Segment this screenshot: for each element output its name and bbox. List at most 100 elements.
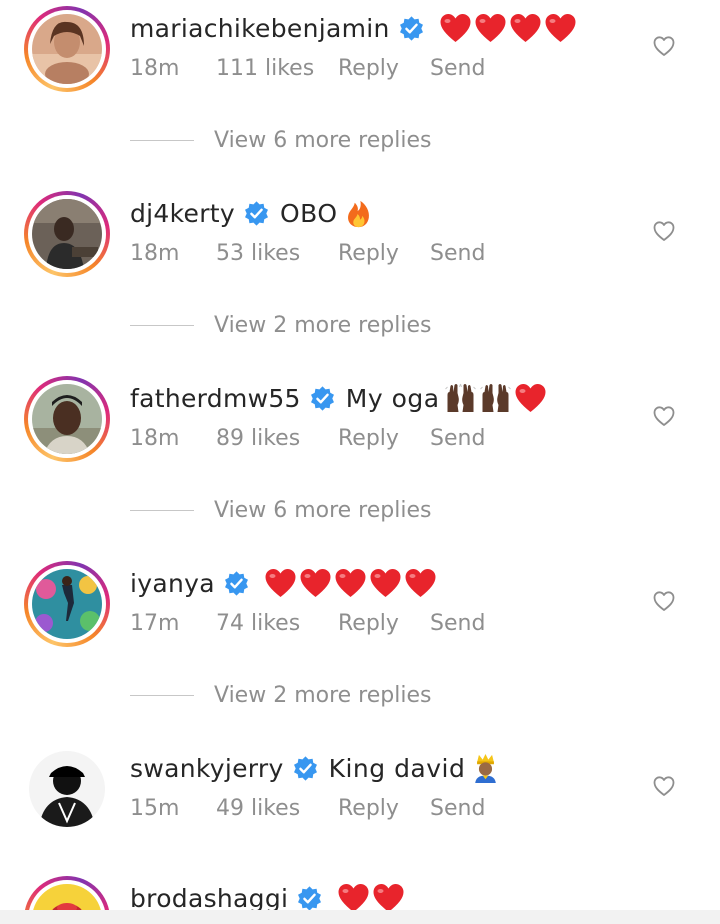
- red-heart-icon: [545, 14, 576, 42]
- username-link[interactable]: dj4kerty: [130, 199, 235, 228]
- avatar: [29, 751, 105, 827]
- verified-badge-icon: [244, 200, 268, 226]
- bottom-edge: [0, 910, 720, 924]
- verified-badge-icon: [224, 570, 248, 596]
- reply-button[interactable]: Reply: [338, 426, 430, 451]
- red-heart-icon: [373, 884, 404, 912]
- comment-meta: 17m 74 likes Reply Send: [130, 607, 510, 639]
- prince-icon: [475, 753, 497, 783]
- comment-item: dj4kerty OBO 18m 53 likes Reply Send: [0, 185, 720, 295]
- raising-hands-icon: [444, 383, 476, 412]
- red-heart-icon: [370, 569, 401, 597]
- comment-time: 18m: [130, 240, 180, 266]
- emoji-group: [342, 198, 375, 228]
- heart-outline-icon[interactable]: [652, 774, 676, 798]
- red-heart-icon: [510, 14, 541, 42]
- heart-outline-icon[interactable]: [652, 404, 676, 428]
- likes-count-link[interactable]: 74 likes: [216, 611, 338, 636]
- verified-badge-icon: [298, 885, 322, 911]
- red-heart-icon: [338, 884, 369, 912]
- username-link[interactable]: fatherdmw55: [130, 384, 301, 413]
- red-heart-icon: [265, 569, 296, 597]
- username-link[interactable]: mariachikebenjamin: [130, 14, 390, 43]
- emoji-group: [469, 753, 502, 783]
- send-button[interactable]: Send: [430, 611, 510, 636]
- avatar: [32, 384, 102, 454]
- comment-time: 17m: [130, 610, 180, 636]
- comment-header: dj4kerty OBO: [130, 193, 375, 233]
- username-link[interactable]: swankyjerry: [130, 754, 284, 783]
- reply-button[interactable]: Reply: [338, 611, 430, 636]
- comment-item: mariachikebenjamin 18m 111 likes Reply S…: [0, 0, 720, 110]
- red-heart-icon: [405, 569, 436, 597]
- emoji-group: [439, 13, 577, 43]
- send-button[interactable]: Send: [430, 796, 510, 821]
- comment-header: swankyjerry King david: [130, 748, 502, 788]
- username-link[interactable]: brodashaggi: [130, 884, 288, 913]
- comment-text: OBO: [279, 198, 338, 228]
- likes-count-link[interactable]: 111 likes: [216, 56, 338, 81]
- emoji-group: [444, 383, 547, 413]
- comment-time: 15m: [130, 795, 180, 821]
- emoji-group: [337, 883, 405, 913]
- comment-item: iyanya 17m 74 likes Reply Send: [0, 555, 720, 665]
- avatar-story-ring[interactable]: [24, 561, 110, 647]
- comment-meta: 18m 53 likes Reply Send: [130, 237, 510, 269]
- likes-count-link[interactable]: 89 likes: [216, 426, 338, 451]
- verified-badge-icon: [399, 15, 423, 41]
- heart-outline-icon[interactable]: [652, 219, 676, 243]
- avatar-container[interactable]: [24, 746, 110, 832]
- red-heart-icon: [335, 569, 366, 597]
- view-more-replies-button[interactable]: View 6 more replies: [130, 124, 431, 156]
- heart-outline-icon[interactable]: [652, 589, 676, 613]
- view-replies-label: View 2 more replies: [214, 312, 432, 338]
- likes-count-link[interactable]: 49 likes: [216, 796, 338, 821]
- send-button[interactable]: Send: [430, 56, 510, 81]
- red-heart-icon: [515, 384, 546, 412]
- heart-outline-icon[interactable]: [652, 34, 676, 58]
- view-replies-label: View 6 more replies: [214, 497, 432, 523]
- fire-icon: [347, 200, 369, 228]
- comments-list: mariachikebenjamin 18m 111 likes Reply S…: [0, 0, 720, 924]
- red-heart-icon: [440, 14, 471, 42]
- avatar: [32, 199, 102, 269]
- reply-button[interactable]: Reply: [338, 796, 430, 821]
- avatar-story-ring[interactable]: [24, 376, 110, 462]
- reply-thread-line: [130, 139, 194, 141]
- comment-text: My oga: [345, 383, 440, 413]
- comment-time: 18m: [130, 425, 180, 451]
- comment-text: King david: [328, 753, 466, 783]
- avatar-story-ring[interactable]: [24, 6, 110, 92]
- comment-time: 18m: [130, 55, 180, 81]
- username-link[interactable]: iyanya: [130, 569, 215, 598]
- comment-header: mariachikebenjamin: [130, 8, 577, 48]
- emoji-group: [264, 568, 437, 598]
- view-replies-label: View 2 more replies: [214, 682, 432, 708]
- red-heart-icon: [475, 14, 506, 42]
- verified-badge-icon: [310, 385, 334, 411]
- avatar: [32, 14, 102, 84]
- comment-item: swankyjerry King david 15m 49 likes Repl…: [0, 740, 720, 850]
- reply-thread-line: [130, 324, 194, 326]
- comment-header: iyanya: [130, 563, 437, 603]
- avatar: [32, 569, 102, 639]
- raising-hands-icon: [479, 384, 511, 412]
- reply-thread-line: [130, 694, 194, 696]
- view-replies-label: View 6 more replies: [214, 127, 432, 153]
- red-heart-icon: [300, 569, 331, 597]
- comment-item: fatherdmw55 My oga 18m 89 likes Reply Se…: [0, 370, 720, 480]
- reply-button[interactable]: Reply: [338, 56, 430, 81]
- comment-meta: 18m 89 likes Reply Send: [130, 422, 510, 454]
- reply-thread-line: [130, 509, 194, 511]
- view-more-replies-button[interactable]: View 2 more replies: [130, 309, 431, 341]
- likes-count-link[interactable]: 53 likes: [216, 241, 338, 266]
- view-more-replies-button[interactable]: View 6 more replies: [130, 494, 431, 526]
- comment-meta: 15m 49 likes Reply Send: [130, 792, 510, 824]
- comment-header: fatherdmw55 My oga: [130, 378, 547, 418]
- avatar-story-ring[interactable]: [24, 191, 110, 277]
- reply-button[interactable]: Reply: [338, 241, 430, 266]
- send-button[interactable]: Send: [430, 426, 510, 451]
- verified-badge-icon: [293, 755, 317, 781]
- view-more-replies-button[interactable]: View 2 more replies: [130, 679, 431, 711]
- send-button[interactable]: Send: [430, 241, 510, 266]
